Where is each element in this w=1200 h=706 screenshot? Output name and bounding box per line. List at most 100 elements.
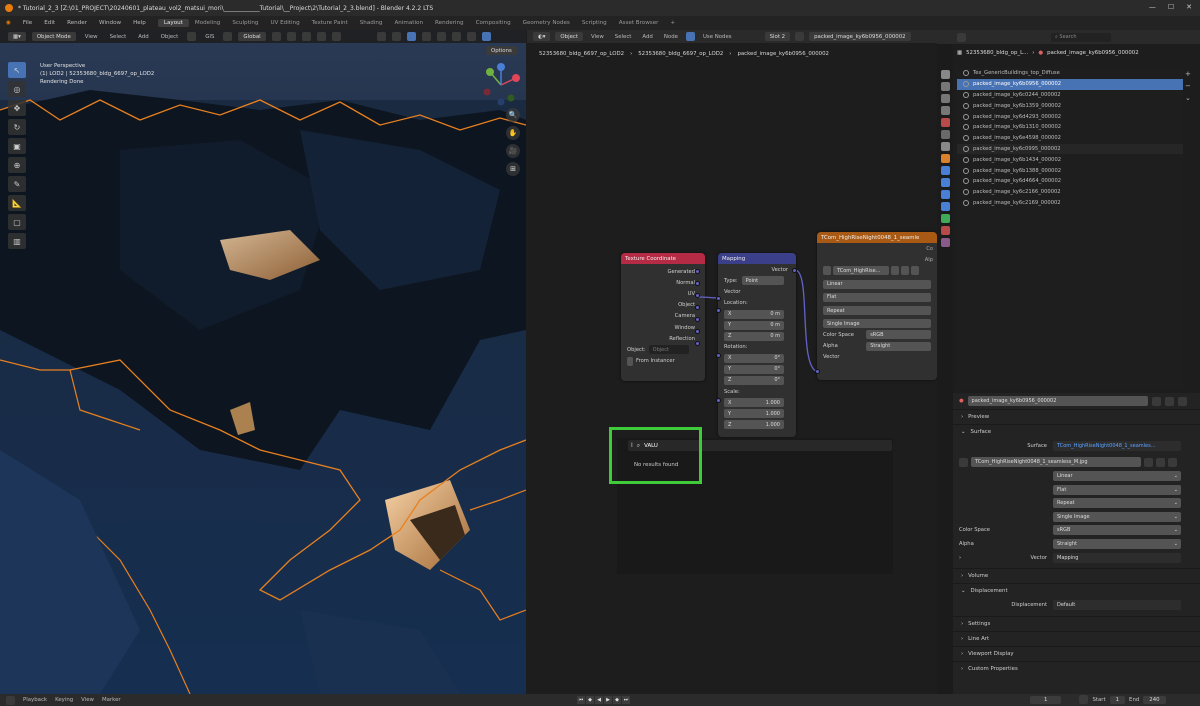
pan-hand-icon[interactable]: ✋ bbox=[506, 126, 520, 140]
annotate-tool-icon[interactable]: ✎ bbox=[8, 176, 26, 192]
socket-uv[interactable] bbox=[695, 293, 700, 298]
menu-window[interactable]: Window bbox=[93, 20, 127, 26]
workspace-tab-compositing[interactable]: Compositing bbox=[470, 19, 517, 27]
snap-target-icon[interactable] bbox=[301, 32, 311, 41]
orientation-dropdown[interactable]: Global bbox=[238, 32, 266, 41]
panel-surface[interactable]: ⌄ Surface bbox=[953, 424, 1200, 439]
panel-volume[interactable]: › Volume bbox=[953, 568, 1200, 583]
outliner-search-field[interactable]: ⌕ Search bbox=[1051, 32, 1111, 42]
workspace-tab-scripting[interactable]: Scripting bbox=[576, 19, 613, 27]
list-item[interactable]: packed_image_ky6b0956_000002 bbox=[957, 78, 1183, 90]
mode-dropdown[interactable]: Object Mode bbox=[31, 32, 76, 41]
preview-range-icon[interactable] bbox=[1079, 695, 1089, 704]
workspace-tab-uv-editing[interactable]: UV Editing bbox=[264, 19, 305, 27]
socket-camera[interactable] bbox=[695, 317, 700, 322]
end-frame-field[interactable]: 240 bbox=[1143, 695, 1166, 704]
source-dropdown[interactable]: Single Image ⌄ bbox=[1053, 511, 1181, 522]
node-menu-view[interactable]: View bbox=[588, 34, 607, 40]
color-space-dropdown[interactable]: sRGB bbox=[866, 330, 931, 340]
panel-custom-properties[interactable]: › Custom Properties bbox=[953, 660, 1200, 676]
workspace-tab-animation[interactable]: Animation bbox=[388, 19, 429, 27]
move-tool-icon[interactable]: ✥ bbox=[8, 100, 26, 116]
unlink-material-icon[interactable] bbox=[1177, 396, 1187, 406]
material-slot-list[interactable]: Tex_GenericBuildings_top_Diffuse packed_i… bbox=[957, 68, 1183, 390]
scale-tool-icon[interactable]: ▣ bbox=[8, 138, 26, 154]
transform-orientation-icon[interactable] bbox=[223, 32, 233, 41]
pivot-icon[interactable] bbox=[271, 32, 281, 41]
material-browse-icon[interactable] bbox=[795, 32, 805, 41]
extension-dropdown[interactable]: Repeat bbox=[823, 306, 931, 316]
list-item[interactable]: packed_image_ky6d4293_000002 bbox=[957, 111, 1183, 122]
object-picker-field[interactable]: Object bbox=[648, 345, 689, 355]
socket-mapping-in[interactable] bbox=[716, 296, 721, 301]
list-item[interactable]: packed_image_ky6c0244_000002 bbox=[957, 90, 1183, 101]
source-dropdown[interactable]: Single Image bbox=[823, 319, 931, 329]
timeline-view-menu[interactable]: View bbox=[81, 697, 94, 703]
gizmo-toggle-icon[interactable] bbox=[391, 32, 401, 41]
list-item[interactable]: packed_image_ky6c0995_000002 bbox=[957, 143, 1183, 155]
socket-scale[interactable] bbox=[716, 398, 721, 403]
visibility-icon[interactable] bbox=[376, 32, 386, 41]
socket-reflection[interactable] bbox=[695, 341, 700, 346]
close-button[interactable]: ✕ bbox=[1186, 3, 1192, 11]
fake-user-icon[interactable] bbox=[1144, 457, 1153, 467]
zoom-icon[interactable]: 🔍 bbox=[506, 108, 520, 122]
workspace-tab-asset-browser[interactable]: Asset Browser bbox=[613, 19, 665, 27]
jump-end-icon[interactable]: ⏭ bbox=[622, 696, 630, 704]
socket-object[interactable] bbox=[695, 305, 700, 310]
projection-dropdown[interactable]: Flat bbox=[823, 292, 931, 302]
panel-preview[interactable]: › Preview bbox=[953, 409, 1200, 424]
blender-menu-icon[interactable]: ◉ bbox=[0, 20, 17, 26]
ortho-toggle-icon[interactable]: ⊞ bbox=[506, 162, 520, 176]
socket-generated[interactable] bbox=[695, 269, 700, 274]
menu-file[interactable]: File bbox=[17, 20, 38, 26]
fake-user-icon[interactable] bbox=[1151, 396, 1161, 406]
open-image-icon[interactable] bbox=[911, 266, 919, 276]
viewport-menu-view[interactable]: View bbox=[82, 34, 101, 40]
falloff-icon[interactable] bbox=[331, 32, 341, 41]
texture-coordinate-node[interactable]: Texture Coordinate Generated Normal UV O… bbox=[621, 253, 705, 381]
socket-rotation[interactable] bbox=[716, 353, 721, 358]
projection-dropdown[interactable]: Flat ⌄ bbox=[1053, 484, 1181, 495]
overlay-toggle-icon[interactable] bbox=[406, 32, 416, 41]
shading-wireframe-icon[interactable] bbox=[436, 32, 446, 41]
xray-toggle-icon[interactable] bbox=[421, 32, 431, 41]
shading-rendered-icon[interactable] bbox=[481, 32, 491, 41]
socket-mapping-out[interactable] bbox=[792, 268, 797, 273]
material-tab-icon[interactable] bbox=[940, 226, 950, 235]
prev-keyframe-icon[interactable]: ◆ bbox=[586, 696, 594, 704]
3d-viewport[interactable] bbox=[0, 30, 526, 694]
rotation-x-field[interactable]: X 0° bbox=[724, 353, 784, 363]
workspace-tab-sculpting[interactable]: Sculpting bbox=[226, 19, 264, 27]
interpolation-dropdown[interactable]: Linear bbox=[823, 279, 931, 289]
node-menu-add[interactable]: Add bbox=[639, 34, 655, 40]
viewport-menu-object[interactable]: Object bbox=[158, 34, 182, 40]
measure-tool-icon[interactable]: 📐 bbox=[8, 195, 26, 211]
list-item[interactable]: packed_image_ky6d4664_000002 bbox=[957, 176, 1183, 187]
node-editor-type-button[interactable]: ◐▾ bbox=[533, 32, 551, 41]
gis-icon[interactable] bbox=[187, 32, 197, 41]
list-item[interactable]: packed_image_ky6b1310_000002 bbox=[957, 122, 1183, 133]
location-z-field[interactable]: Z0 m bbox=[724, 331, 784, 341]
transform-tool-icon[interactable]: ⊕ bbox=[8, 157, 26, 173]
texture-tab-icon[interactable] bbox=[940, 238, 950, 247]
socket-image-vector-in[interactable] bbox=[815, 369, 820, 374]
workspace-tab-layout[interactable]: Layout bbox=[157, 19, 189, 27]
material-name-field[interactable]: packed_image_ky6b0956_000002 bbox=[967, 396, 1148, 406]
gis-menu[interactable]: GIS bbox=[202, 34, 217, 40]
image-texture-node[interactable]: TCom_HighRiseNight0048_1_seamle Co Alp T… bbox=[817, 232, 937, 380]
scale-y-field[interactable]: Y 1.000 bbox=[724, 409, 784, 419]
from-instancer-checkbox[interactable] bbox=[627, 356, 633, 366]
image-browse-icon[interactable] bbox=[823, 266, 831, 276]
menu-edit[interactable]: Edit bbox=[38, 20, 61, 26]
menu-help[interactable]: Help bbox=[127, 20, 152, 26]
displacement-input-field[interactable]: Default bbox=[1053, 600, 1181, 611]
rotate-tool-icon[interactable]: ↻ bbox=[8, 119, 26, 135]
type-dropdown[interactable]: Point bbox=[741, 276, 784, 286]
modifier-tab-icon[interactable] bbox=[940, 166, 950, 175]
interpolation-dropdown[interactable]: Linear ⌄ bbox=[1053, 470, 1181, 481]
node-header[interactable]: TCom_HighRiseNight0048_1_seamle bbox=[817, 232, 937, 243]
add-workspace-button[interactable]: + bbox=[664, 19, 681, 27]
editor-type-button[interactable]: ▦▾ bbox=[8, 32, 26, 41]
marker-menu[interactable]: Marker bbox=[102, 697, 121, 703]
